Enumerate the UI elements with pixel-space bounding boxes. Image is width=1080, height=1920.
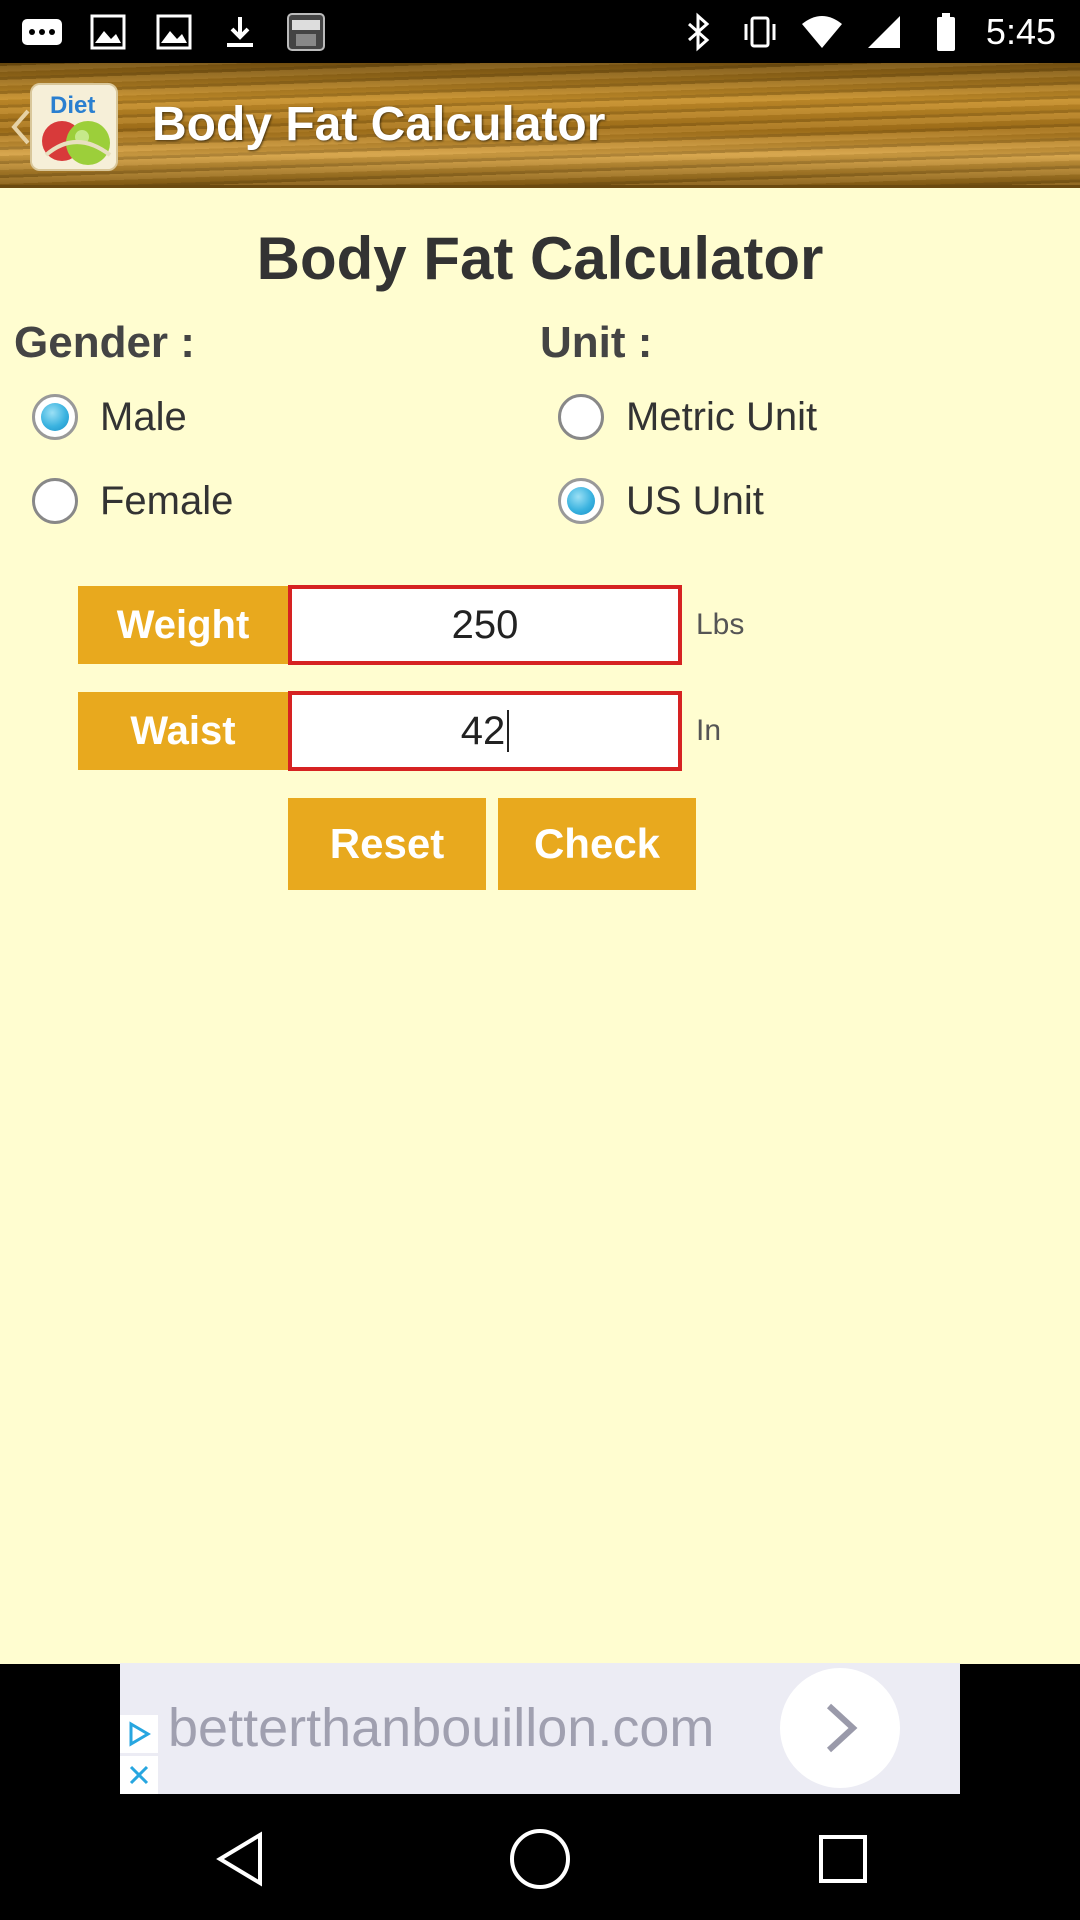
unit-label: Unit :: [540, 318, 653, 367]
waist-label: Waist: [78, 692, 288, 770]
image-icon: [86, 12, 130, 52]
radio-male[interactable]: Male: [32, 394, 187, 440]
weight-label: Weight: [78, 586, 288, 664]
status-time: 5:45: [985, 11, 1056, 52]
signal-icon: [862, 12, 906, 52]
radio-us-label: US Unit: [626, 478, 764, 523]
ad-choices-icon[interactable]: [120, 1715, 158, 1753]
main-content: Body Fat Calculator Gender : Unit : Male…: [0, 188, 1080, 1664]
wifi-icon: [800, 12, 844, 52]
radio-unchecked-icon: [32, 478, 78, 524]
system-icons: 5:45: [676, 8, 1056, 56]
home-icon[interactable]: [505, 1824, 575, 1894]
bluetooth-icon: [676, 12, 720, 52]
page-title: Body Fat Calculator: [256, 225, 824, 292]
ad-text: betterthanbouillon.com: [168, 1698, 715, 1758]
download-icon: [218, 12, 262, 52]
police-badge-icon: [284, 12, 328, 52]
app-title: Body Fat Calculator: [152, 98, 606, 151]
svg-text:Diet: Diet: [50, 92, 95, 119]
radio-checked-icon: [558, 478, 604, 524]
radio-male-label: Male: [100, 394, 187, 439]
more-icon: [20, 12, 64, 52]
image-icon: [152, 12, 196, 52]
waist-unit: In: [696, 714, 722, 747]
radio-metric-unit[interactable]: Metric Unit: [558, 394, 817, 440]
notification-icons: [20, 8, 328, 56]
radio-unchecked-icon: [558, 394, 604, 440]
weight-unit: Lbs: [696, 608, 745, 641]
radio-metric-label: Metric Unit: [626, 394, 818, 439]
ad-chevron-right-icon[interactable]: [780, 1668, 900, 1788]
ad-close-icon[interactable]: [120, 1756, 158, 1794]
weight-row: Weight 250 Lbs: [78, 585, 744, 665]
recents-icon[interactable]: [808, 1824, 878, 1894]
action-bar: Diet Body Fat Calculator: [0, 63, 1080, 188]
check-button[interactable]: Check: [498, 798, 696, 890]
vibrate-icon: [738, 12, 782, 52]
radio-us-unit[interactable]: US Unit: [558, 478, 764, 524]
back-icon[interactable]: [205, 1824, 275, 1894]
app-logo[interactable]: Diet: [30, 83, 118, 171]
radio-female[interactable]: Female: [32, 478, 233, 524]
text-cursor: [507, 710, 510, 752]
status-bar: 5:45: [0, 0, 1080, 63]
navigation-bar: [0, 1794, 1080, 1920]
waist-row: Waist 42 In: [78, 691, 721, 771]
gender-label: Gender :: [14, 318, 195, 367]
waist-input[interactable]: 42: [288, 691, 682, 771]
weight-input[interactable]: 250: [288, 585, 682, 665]
reset-button[interactable]: Reset: [288, 798, 486, 890]
radio-female-label: Female: [100, 478, 234, 523]
radio-checked-icon: [32, 394, 78, 440]
battery-icon: [924, 12, 968, 52]
ad-banner[interactable]: betterthanbouillon.com: [120, 1663, 960, 1794]
